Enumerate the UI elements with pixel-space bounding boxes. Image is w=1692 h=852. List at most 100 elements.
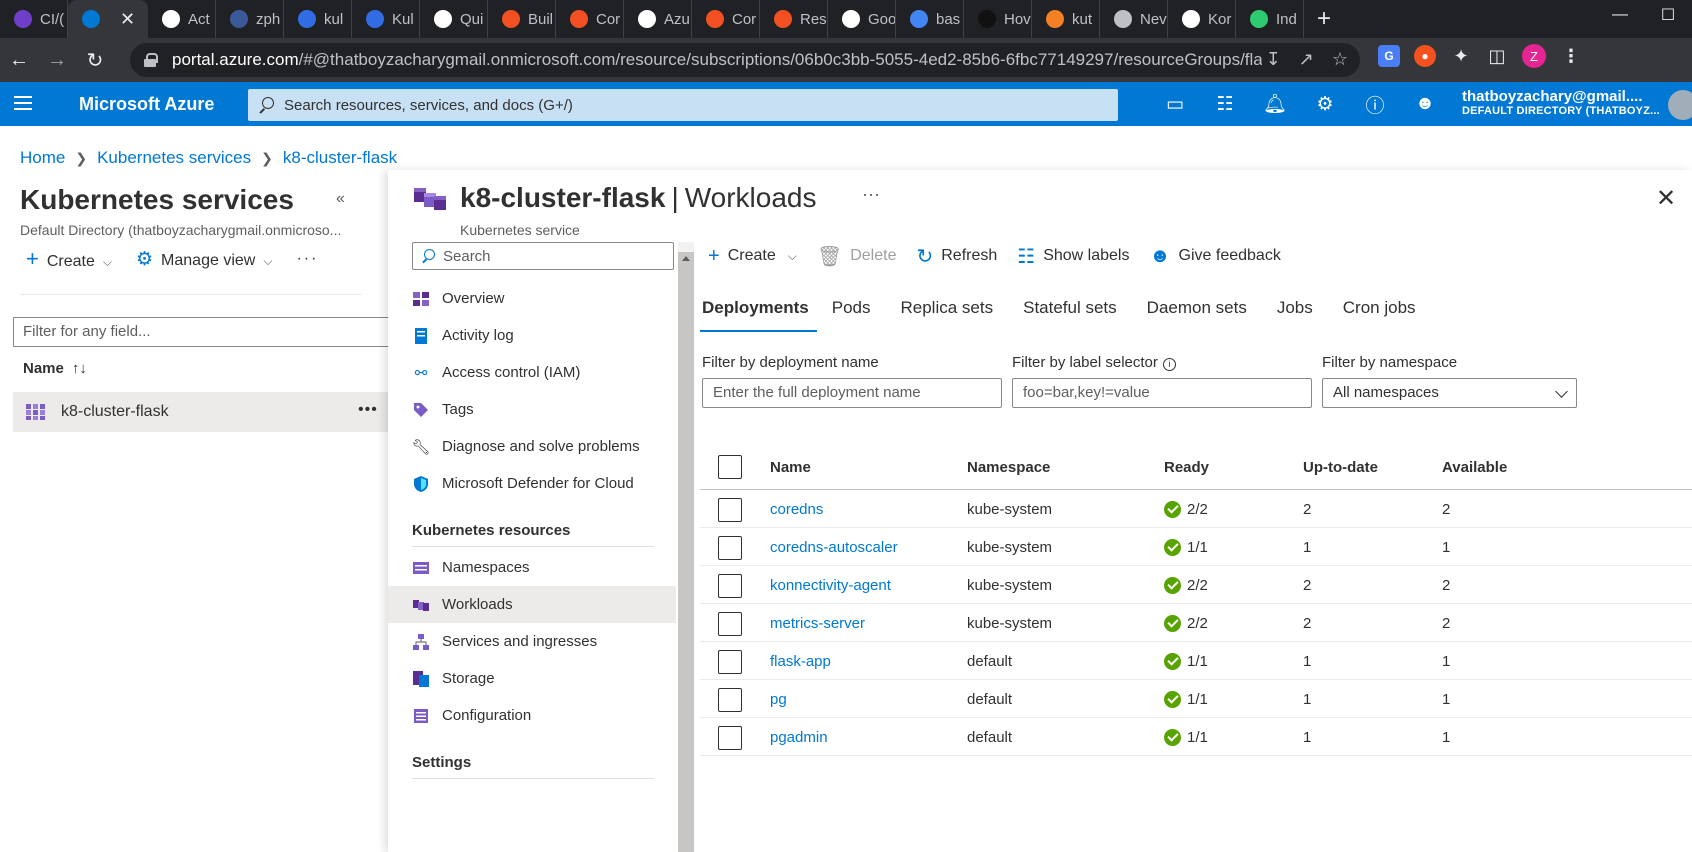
deployment-name-link[interactable]: konnectivity-agent (770, 566, 891, 604)
menu-item-namespaces[interactable]: Namespaces (412, 549, 677, 586)
cloud-shell-icon[interactable]: ▭ (1150, 89, 1200, 119)
deployment-name-link[interactable]: coredns-autoscaler (770, 528, 898, 566)
label-selector-filter-input[interactable]: foo=bar,key!=value (1012, 378, 1312, 408)
browser-tab[interactable]: Kor (1168, 0, 1236, 38)
row-checkbox[interactable] (718, 688, 742, 712)
name-column-header[interactable]: Name ↑↓ (23, 360, 87, 377)
browser-tab[interactable]: bas (896, 0, 964, 38)
user-avatar[interactable] (1668, 90, 1692, 120)
deployment-name-link[interactable]: flask-app (770, 642, 831, 680)
collapse-blade-icon[interactable]: « (336, 190, 345, 208)
menu-item-tags[interactable]: Tags (412, 391, 677, 428)
namespace-select[interactable]: All namespaces (1322, 378, 1577, 408)
row-more-icon[interactable]: ••• (358, 401, 378, 419)
address-bar[interactable]: portal.azure.com/#@thatboyzacharygmail.o… (130, 43, 1360, 77)
help-icon[interactable]: ⓘ (1350, 89, 1400, 119)
breadcrumb-cluster[interactable]: k8-cluster-flask (283, 148, 397, 168)
info-icon[interactable]: i (1162, 358, 1176, 371)
account-menu[interactable]: thatboyzachary@gmail.... DEFAULT DIRECTO… (1462, 88, 1660, 117)
more-actions-icon[interactable]: ··· (296, 250, 318, 268)
menu-item-activity-log[interactable]: Activity log (412, 317, 677, 354)
column-header-name[interactable]: Name (770, 444, 811, 490)
browser-tab[interactable]: zph (216, 0, 284, 38)
menu-item-overview[interactable]: Overview (412, 280, 677, 317)
browser-tab[interactable]: Cor (556, 0, 624, 38)
column-header-available[interactable]: Available (1442, 444, 1507, 490)
back-icon[interactable]: ← (0, 41, 38, 79)
browser-tab[interactable]: kul (284, 0, 352, 38)
install-icon[interactable]: ↧ (1266, 49, 1281, 70)
browser-tab[interactable]: ✕ (68, 0, 148, 38)
portal-menu-icon[interactable] (14, 96, 32, 110)
row-checkbox[interactable] (718, 726, 742, 750)
list-item[interactable]: k8-cluster-flask ••• (13, 392, 393, 432)
directory-filter-icon[interactable]: ☷ (1200, 89, 1250, 119)
row-checkbox[interactable] (718, 498, 742, 522)
deployment-name-link[interactable]: pgadmin (770, 718, 828, 756)
tab-daemon-sets[interactable]: Daemon sets (1132, 298, 1262, 332)
profile-avatar[interactable]: Z (1522, 44, 1546, 68)
forward-icon[interactable]: → (38, 41, 76, 79)
row-checkbox[interactable] (718, 650, 742, 674)
column-header-namespace[interactable]: Namespace (967, 444, 1050, 490)
filter-input[interactable]: Filter for any field... (13, 317, 393, 347)
sort-icon[interactable]: ↑↓ (72, 360, 87, 377)
deployment-name-filter-input[interactable]: Enter the full deployment name (702, 378, 1002, 408)
more-options-icon[interactable]: ··· (862, 184, 880, 205)
menu-search-input[interactable]: Search (412, 242, 674, 270)
reload-icon[interactable]: ↻ (76, 41, 114, 79)
browser-tab[interactable]: Res (760, 0, 828, 38)
browser-tab[interactable]: Buil (488, 0, 556, 38)
extension-icon[interactable]: ● (1414, 45, 1436, 67)
browser-tab[interactable]: Goo (828, 0, 896, 38)
browser-tab[interactable]: CI/( (0, 0, 68, 38)
row-checkbox[interactable] (718, 536, 742, 560)
deployment-name-link[interactable]: pg (770, 680, 787, 718)
menu-item-storage[interactable]: Storage (412, 660, 677, 697)
azure-brand[interactable]: Microsoft Azure (79, 94, 214, 115)
browser-tab[interactable]: Act (148, 0, 216, 38)
browser-tab[interactable]: Kul (352, 0, 420, 38)
browser-tab[interactable]: Ind (1236, 0, 1304, 38)
menu-item-defender[interactable]: Microsoft Defender for Cloud (412, 465, 677, 502)
minimize-icon[interactable]: — (1596, 0, 1644, 30)
tab-stateful-sets[interactable]: Stateful sets (1008, 298, 1132, 332)
notifications-bell-icon[interactable]: 🔔︎ (1250, 89, 1300, 119)
menu-scrollbar[interactable] (678, 252, 694, 852)
tab-pods[interactable]: Pods (817, 298, 886, 332)
delete-button[interactable]: 🗑︎ Delete (817, 244, 897, 269)
bookmark-star-icon[interactable]: ☆ (1332, 49, 1348, 70)
give-feedback-button[interactable]: ☻ Give feedback (1149, 245, 1280, 268)
select-all-checkbox[interactable] (718, 455, 742, 479)
side-panel-icon[interactable]: ◫ (1486, 45, 1508, 67)
translate-extension-icon[interactable]: G (1378, 45, 1400, 67)
column-header-ready[interactable]: Ready (1164, 444, 1209, 490)
share-icon[interactable]: ↗ (1299, 49, 1314, 70)
feedback-icon[interactable]: ☻ (1400, 89, 1450, 119)
manage-view-button[interactable]: ⚙ Manage view ⌵ (136, 248, 272, 271)
refresh-button[interactable]: ↻ Refresh (916, 244, 997, 269)
browser-tab[interactable]: Qui (420, 0, 488, 38)
deployment-name-link[interactable]: coredns (770, 490, 823, 528)
deployment-name-link[interactable]: metrics-server (770, 604, 865, 642)
menu-item-configuration[interactable]: Configuration (412, 697, 677, 734)
settings-gear-icon[interactable]: ⚙ (1300, 89, 1350, 119)
close-icon[interactable]: ✕ (1656, 184, 1676, 213)
breadcrumb-kubernetes-services[interactable]: Kubernetes services (97, 148, 251, 168)
menu-item-diagnose[interactable]: 🔧︎ Diagnose and solve problems (411, 428, 677, 465)
browser-tab[interactable]: Nev (1100, 0, 1168, 38)
show-labels-button[interactable]: ☷ Show labels (1017, 244, 1129, 269)
menu-item-iam[interactable]: ⚯ Access control (IAM) (412, 354, 677, 391)
create-button[interactable]: + Create ⌵ (708, 245, 797, 268)
global-search-input[interactable]: Search resources, services, and docs (G+… (248, 89, 1118, 121)
tab-replica-sets[interactable]: Replica sets (886, 298, 1009, 332)
breadcrumb-home[interactable]: Home (20, 148, 65, 168)
tab-deployments[interactable]: Deployments (700, 298, 817, 332)
maximize-icon[interactable]: ☐ (1644, 0, 1692, 30)
puzzle-icon[interactable]: ✦ (1450, 45, 1472, 67)
menu-item-services-ingresses[interactable]: Services and ingresses (412, 623, 677, 660)
browser-tab[interactable]: Azu (624, 0, 692, 38)
menu-item-workloads[interactable]: Workloads (388, 586, 676, 623)
browser-tab[interactable]: Hov (964, 0, 1032, 38)
tab-jobs[interactable]: Jobs (1262, 298, 1328, 332)
